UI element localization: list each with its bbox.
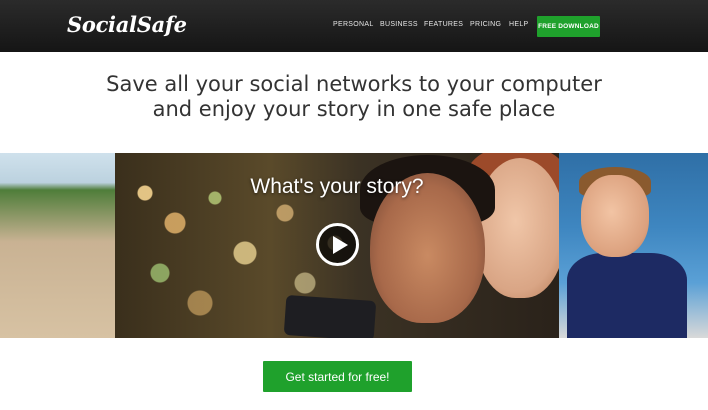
- kid-photo: [559, 153, 708, 338]
- nav-item-features[interactable]: FEATURES: [424, 21, 463, 28]
- headline-line-2: and enjoy your story in one safe place: [152, 97, 556, 121]
- nav-item-help[interactable]: HELP: [509, 21, 529, 28]
- nav-item-business[interactable]: BUSINESS: [380, 21, 418, 28]
- play-button[interactable]: [316, 223, 359, 266]
- headline-line-1: Save all your social networks to your co…: [106, 72, 602, 96]
- play-icon: [333, 236, 348, 254]
- hero-video[interactable]: What's your story?: [115, 153, 559, 338]
- nav-item-pricing[interactable]: PRICING: [470, 21, 501, 28]
- hero-title: What's your story?: [250, 175, 424, 198]
- get-started-button[interactable]: Get started for free!: [263, 361, 412, 392]
- hero-photo-strip: What's your story?: [0, 153, 708, 338]
- page-headline: Save all your social networks to your co…: [0, 72, 708, 122]
- free-download-button[interactable]: FREE DOWNLOAD: [537, 16, 600, 37]
- festival-photo: [0, 153, 115, 338]
- site-header: SocialSafe PERSONAL BUSINESS FEATURES PR…: [0, 0, 708, 52]
- kid-face: [581, 175, 649, 257]
- kid-shirt: [567, 253, 687, 338]
- phone-image: [283, 294, 377, 338]
- nav-item-personal[interactable]: PERSONAL: [333, 21, 374, 28]
- logo[interactable]: SocialSafe: [67, 12, 187, 37]
